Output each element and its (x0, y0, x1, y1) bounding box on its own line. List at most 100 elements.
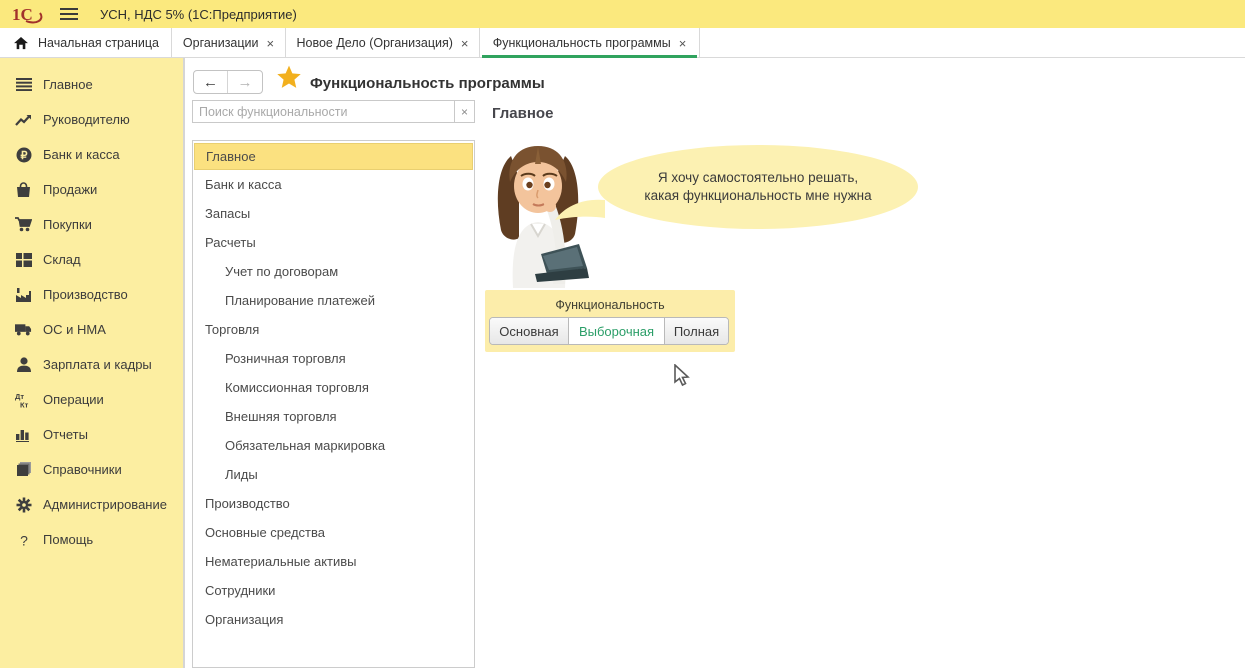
sidebar-item-sklad[interactable]: Склад (0, 242, 183, 277)
option-osnovnaya-button[interactable]: Основная (490, 318, 568, 344)
1c-logo: 1С (12, 4, 46, 24)
list-item-torgovlya[interactable]: Торговля (193, 315, 474, 344)
window-title: УСН, НДС 5% (1С:Предприятие) (100, 7, 297, 22)
sidebar-item-proizvodstvo[interactable]: Производство (0, 277, 183, 312)
sidebar-item-label: Склад (43, 252, 81, 267)
tab-bar: Начальная страница Организации × Новое Д… (0, 28, 1245, 58)
tab-label: Новое Дело (Организация) (296, 36, 452, 50)
sidebar-item-pomosch[interactable]: ? Помощь (0, 522, 183, 557)
question-icon: ? (15, 532, 32, 548)
list-item-proizvodstvo[interactable]: Производство (193, 489, 474, 518)
back-button[interactable]: ← (194, 71, 228, 93)
bubble-text-line1: Я хочу самостоятельно решать, (658, 169, 858, 187)
home-icon (14, 37, 28, 50)
person-icon (15, 357, 32, 372)
sidebar-item-label: Главное (43, 77, 93, 92)
ruble-coin-icon: ₽ (15, 147, 32, 163)
sidebar: Главное Руководителю ₽ Банк и касса Прод… (0, 58, 183, 668)
gear-icon (15, 497, 32, 513)
tab-label: Начальная страница (38, 36, 159, 50)
list-item-vneshnyaya-torgovlya[interactable]: Внешняя торговля (193, 402, 474, 431)
sidebar-item-operatsii[interactable]: ДтКт Операции (0, 382, 183, 417)
sidebar-item-otchety[interactable]: Отчеты (0, 417, 183, 452)
forward-button[interactable]: → (228, 71, 262, 93)
tab-label: Организации (183, 36, 259, 50)
list-item-zapasy[interactable]: Запасы (193, 199, 474, 228)
sidebar-item-label: Отчеты (43, 427, 88, 442)
option-polnaya-button[interactable]: Полная (664, 318, 728, 344)
main-menu-icon[interactable] (60, 8, 78, 20)
sidebar-item-pokupki[interactable]: Покупки (0, 207, 183, 242)
list-item-bank-kassa[interactable]: Банк и касса (193, 170, 474, 199)
list-item-obyazatelnaya-markirovka[interactable]: Обязательная маркировка (193, 431, 474, 460)
speech-bubble: Я хочу самостоятельно решать, какая функ… (598, 145, 918, 229)
favorite-star-icon[interactable] (276, 64, 302, 95)
page-title: Функциональность программы (310, 75, 545, 92)
truck-icon (15, 323, 32, 336)
functionality-panel-label: Функциональность (485, 290, 735, 312)
sidebar-item-administrirovanie[interactable]: Администрирование (0, 487, 183, 522)
list-item-uchet-po-dogovoram[interactable]: Учет по договорам (193, 257, 474, 286)
functionality-category-list: Главное Банк и касса Запасы Расчеты Учет… (192, 140, 475, 668)
tab-organizations[interactable]: Организации × (172, 28, 286, 58)
tab-functionality[interactable]: Функциональность программы × (480, 28, 700, 58)
close-icon[interactable]: × (267, 36, 275, 51)
bubble-text-line2: какая функциональность мне нужна (644, 187, 871, 205)
functionality-segmented-control: Основная Выборочная Полная (489, 317, 729, 345)
sidebar-item-zarplata-kadry[interactable]: Зарплата и кадры (0, 347, 183, 382)
functionality-panel: Функциональность Основная Выборочная Пол… (485, 290, 735, 352)
trend-icon (15, 113, 32, 127)
close-icon[interactable]: × (679, 36, 687, 51)
sidebar-item-label: Администрирование (43, 497, 167, 512)
menu-icon (15, 78, 32, 91)
list-item-lidy[interactable]: Лиды (193, 460, 474, 489)
sidebar-item-label: Зарплата и кадры (43, 357, 152, 372)
list-item-sotrudniki[interactable]: Сотрудники (193, 576, 474, 605)
tab-home[interactable]: Начальная страница (0, 28, 172, 58)
list-item-raschety[interactable]: Расчеты (193, 228, 474, 257)
svg-text:Кт: Кт (20, 400, 29, 408)
sidebar-item-label: Покупки (43, 217, 92, 232)
sidebar-item-label: Банк и касса (43, 147, 120, 162)
clear-search-icon[interactable]: × (454, 100, 475, 123)
sidebar-item-glavnoe[interactable]: Главное (0, 67, 183, 102)
svg-text:₽: ₽ (20, 150, 27, 162)
pallet-icon (15, 253, 32, 267)
main-area: ← → Функциональность программы × Главное… (185, 58, 1245, 668)
mouse-cursor (672, 364, 692, 393)
bag-icon (15, 182, 32, 198)
tab-label: Функциональность программы (493, 36, 671, 50)
list-item-nematerialnye-aktivy[interactable]: Нематериальные активы (193, 547, 474, 576)
close-icon[interactable]: × (461, 36, 469, 51)
dt-kt-icon: ДтКт (15, 392, 32, 408)
window-titlebar: 1С УСН, НДС 5% (1С:Предприятие) (0, 0, 1245, 28)
sidebar-item-prodazhi[interactable]: Продажи (0, 172, 183, 207)
sidebar-item-label: Руководителю (43, 112, 130, 127)
history-nav: ← → (193, 70, 263, 94)
books-icon (15, 462, 32, 477)
sidebar-item-os-nma[interactable]: ОС и НМА (0, 312, 183, 347)
sidebar-item-bank-kassa[interactable]: ₽ Банк и касса (0, 137, 183, 172)
list-item-planirovanie-platezhey[interactable]: Планирование платежей (193, 286, 474, 315)
search-input[interactable] (192, 100, 454, 123)
list-item-osnovnye-sredstva[interactable]: Основные средства (193, 518, 474, 547)
sidebar-item-label: Помощь (43, 532, 93, 547)
sidebar-item-label: Справочники (43, 462, 122, 477)
list-item-organizatsiya[interactable]: Организация (193, 605, 474, 634)
option-vyborochnaya-button[interactable]: Выборочная (568, 318, 664, 344)
sidebar-item-label: Продажи (43, 182, 97, 197)
cart-icon (15, 217, 32, 232)
list-item-roznichnaya-torgovlya[interactable]: Розничная торговля (193, 344, 474, 373)
tab-new-org[interactable]: Новое Дело (Организация) × (286, 28, 480, 58)
list-item-glavnoe[interactable]: Главное (194, 143, 473, 170)
sidebar-item-spravochniki[interactable]: Справочники (0, 452, 183, 487)
search-box: × (192, 100, 475, 123)
sidebar-item-label: Операции (43, 392, 104, 407)
section-heading: Главное (492, 105, 553, 122)
sidebar-item-label: ОС и НМА (43, 322, 106, 337)
factory-icon (15, 288, 32, 302)
sidebar-item-rukovoditelyu[interactable]: Руководителю (0, 102, 183, 137)
list-item-komissionnaya-torgovlya[interactable]: Комиссионная торговля (193, 373, 474, 402)
speech-bubble-tail (555, 198, 605, 229)
sidebar-item-label: Производство (43, 287, 128, 302)
